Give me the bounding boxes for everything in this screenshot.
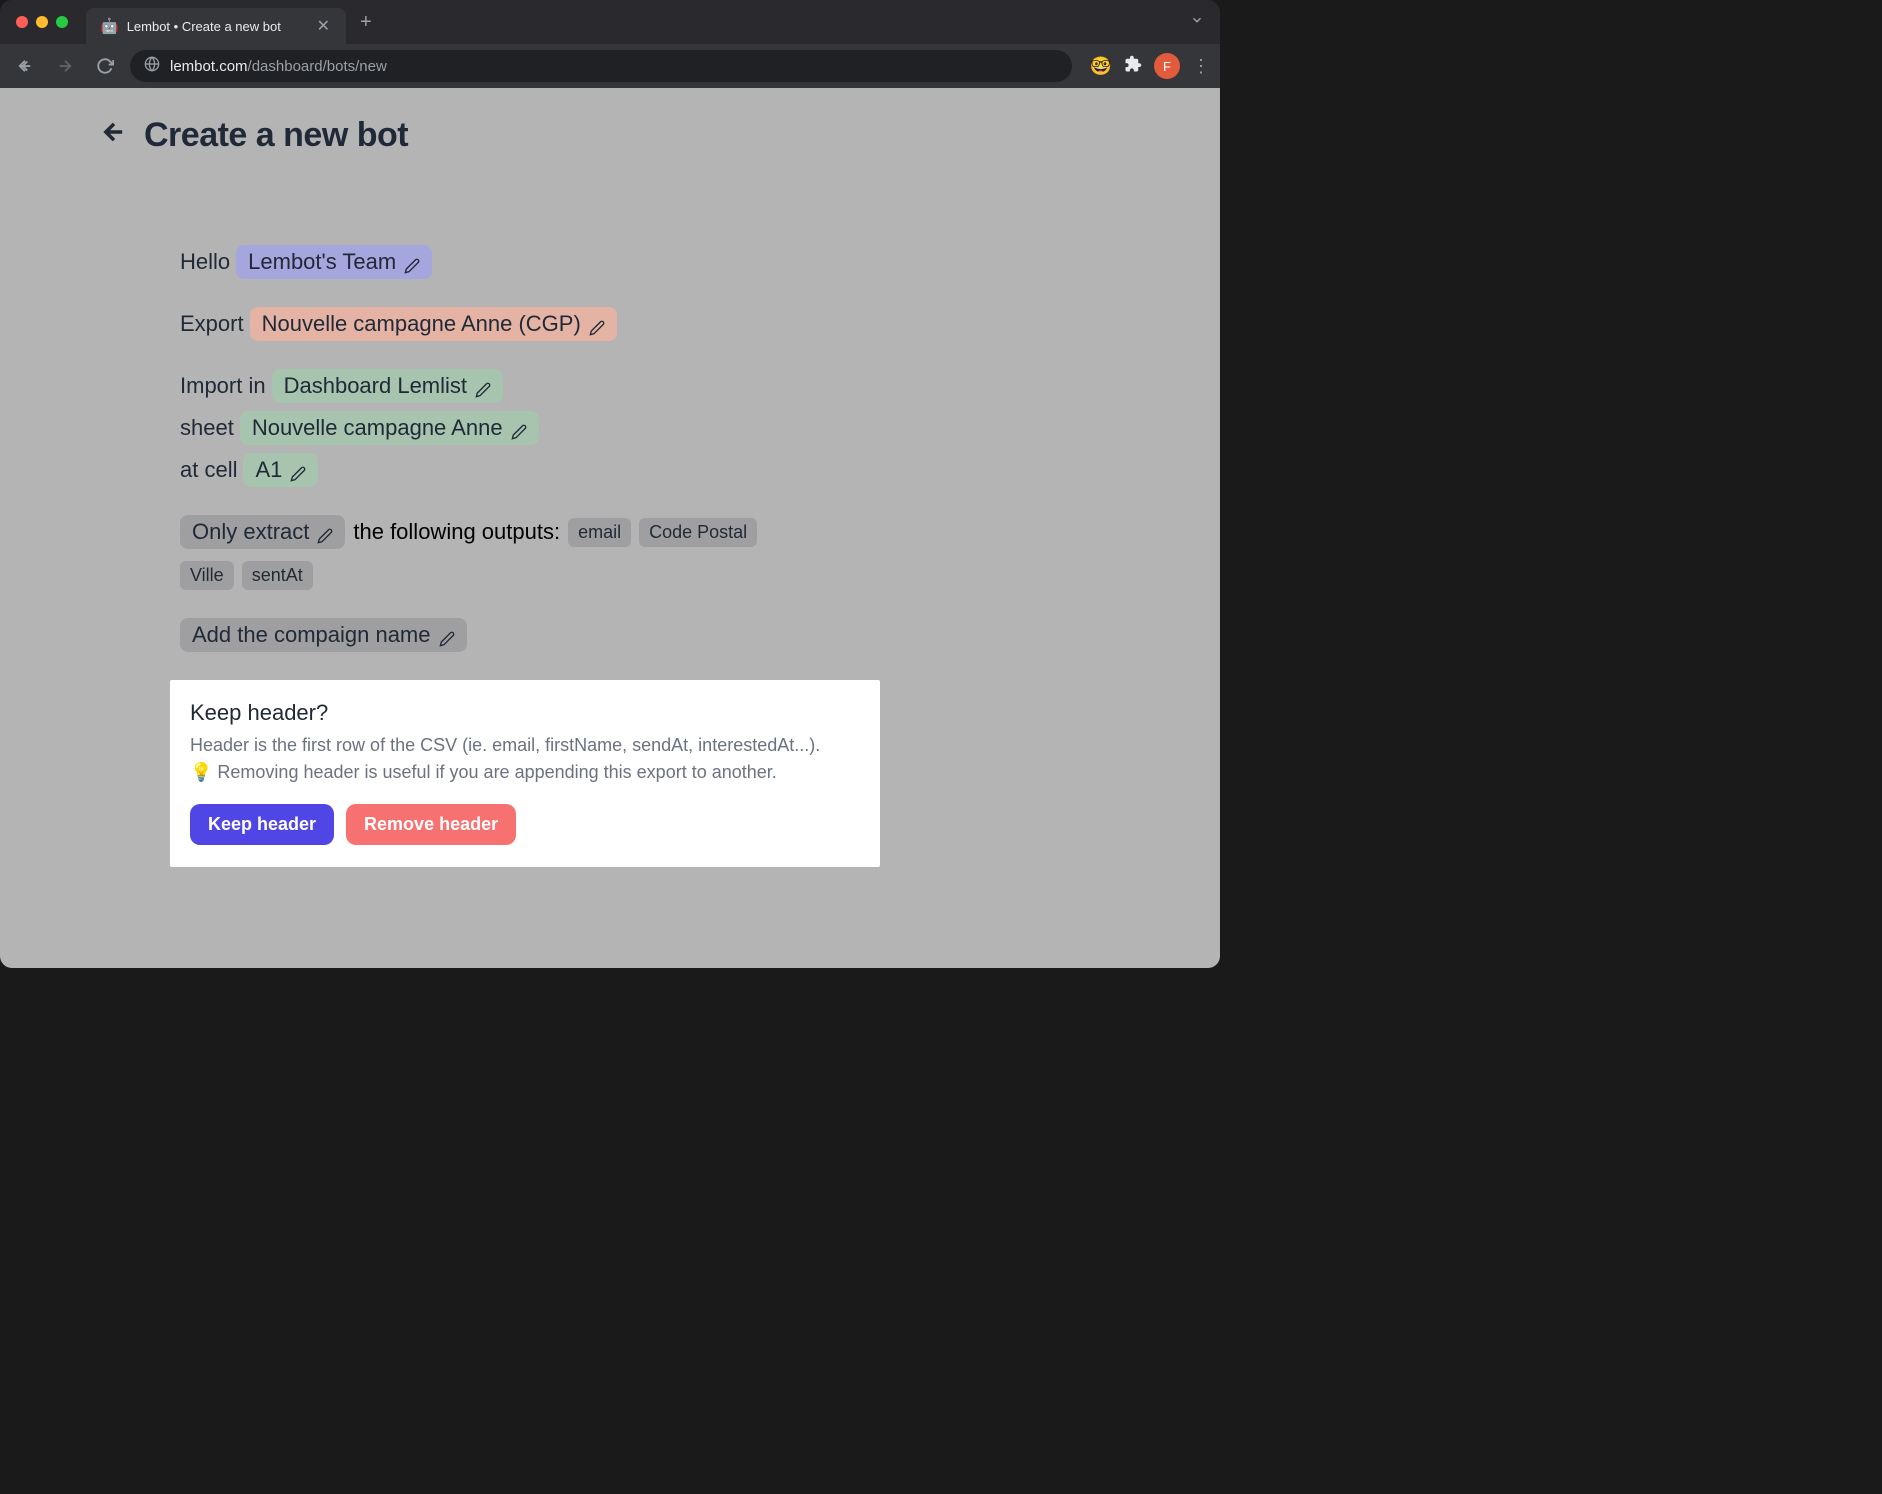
sheet-name: Nouvelle campagne Anne	[252, 415, 503, 441]
team-pill[interactable]: Lembot's Team	[236, 245, 432, 279]
site-info-icon[interactable]	[144, 56, 160, 76]
export-line: Export Nouvelle campagne Anne (CGP)	[180, 307, 820, 341]
nav-bar: lembot.com/dashboard/bots/new 🤓 F ⋮	[0, 44, 1220, 88]
hello-line: Hello Lembot's Team	[180, 245, 820, 279]
tab-title: Lembot • Create a new bot	[127, 19, 307, 34]
outputs-tags-row2: Ville sentAt	[180, 561, 820, 590]
extract-mode-pill[interactable]: Only extract	[180, 515, 345, 549]
back-button[interactable]	[100, 118, 128, 154]
profile-avatar[interactable]: F	[1154, 53, 1180, 79]
page-header: Create a new bot	[100, 116, 1120, 155]
keep-header-button[interactable]: Keep header	[190, 804, 334, 845]
cell-pill[interactable]: A1	[243, 453, 318, 487]
nav-right: 🤓 F ⋮	[1090, 53, 1210, 79]
browser-window: 🤖 Lembot • Create a new bot ✕ + lembot.c…	[0, 0, 1220, 968]
pencil-icon	[317, 524, 333, 540]
browser-menu-icon[interactable]: ⋮	[1192, 56, 1210, 77]
spreadsheet-pill[interactable]: Dashboard Lemlist	[272, 369, 503, 403]
new-tab-button[interactable]: +	[360, 11, 372, 34]
export-label: Export	[180, 311, 244, 337]
extract-mode-label: Only extract	[192, 519, 309, 545]
tab-favicon: 🤖	[100, 17, 119, 35]
output-tag[interactable]: sentAt	[242, 561, 313, 590]
sheet-line: sheet Nouvelle campagne Anne	[180, 411, 820, 445]
output-tag[interactable]: email	[568, 518, 631, 547]
cell-label: at cell	[180, 457, 237, 483]
page-title: Create a new bot	[144, 116, 408, 155]
pencil-icon	[439, 627, 455, 643]
pencil-icon	[589, 316, 605, 332]
spreadsheet-name: Dashboard Lemlist	[284, 373, 467, 399]
extension-icon[interactable]: 🤓	[1090, 56, 1112, 77]
window-minimize-icon[interactable]	[36, 16, 48, 28]
cell-line: at cell A1	[180, 453, 820, 487]
extensions-menu-icon[interactable]	[1124, 55, 1142, 78]
add-campaign-name-label: Add the compaign name	[192, 622, 431, 648]
url-bar[interactable]: lembot.com/dashboard/bots/new	[130, 50, 1072, 82]
remove-header-button[interactable]: Remove header	[346, 804, 516, 845]
import-label: Import in	[180, 373, 266, 399]
dialog-title: Keep header?	[190, 700, 860, 726]
team-name: Lembot's Team	[248, 249, 396, 275]
titlebar: 🤖 Lembot • Create a new bot ✕ +	[0, 0, 1220, 44]
tab-close-icon[interactable]: ✕	[315, 16, 332, 36]
add-campaign-name-pill[interactable]: Add the compaign name	[180, 618, 467, 652]
window-maximize-icon[interactable]	[56, 16, 68, 28]
campaign-name: Nouvelle campagne Anne (CGP)	[262, 311, 581, 337]
sheet-pill[interactable]: Nouvelle campagne Anne	[240, 411, 539, 445]
pencil-icon	[290, 462, 306, 478]
output-tag[interactable]: Ville	[180, 561, 234, 590]
browser-tab[interactable]: 🤖 Lembot • Create a new bot ✕	[86, 8, 346, 44]
campaign-pill[interactable]: Nouvelle campagne Anne (CGP)	[250, 307, 617, 341]
wizard-content: Hello Lembot's Team Export Nouvelle camp…	[100, 245, 820, 867]
dialog-actions: Keep header Remove header	[190, 804, 860, 845]
nav-reload-icon[interactable]	[90, 51, 120, 81]
pencil-icon	[511, 420, 527, 436]
cell-value: A1	[255, 457, 282, 483]
sheet-label: sheet	[180, 415, 234, 441]
nav-back-icon[interactable]	[10, 51, 40, 81]
output-tag[interactable]: Code Postal	[639, 518, 757, 547]
nav-forward-icon	[50, 51, 80, 81]
dialog-line-2: 💡 Removing header is useful if you are a…	[190, 759, 860, 786]
hello-label: Hello	[180, 249, 230, 275]
dialog-line-1: Header is the first row of the CSV (ie. …	[190, 732, 860, 759]
import-line: Import in Dashboard Lemlist	[180, 369, 820, 403]
traffic-lights	[16, 16, 68, 28]
pencil-icon	[404, 254, 420, 270]
add-campaign-name-line: Add the compaign name	[180, 618, 820, 652]
tabs-dropdown-icon[interactable]	[1190, 13, 1204, 32]
page-content: Create a new bot Hello Lembot's Team Exp…	[0, 88, 1220, 968]
pencil-icon	[475, 378, 491, 394]
url-text: lembot.com/dashboard/bots/new	[170, 58, 387, 75]
keep-header-card: Keep header? Header is the first row of …	[170, 680, 880, 867]
window-close-icon[interactable]	[16, 16, 28, 28]
outputs-label: the following outputs:	[353, 519, 560, 545]
outputs-line: Only extract the following outputs: emai…	[180, 515, 820, 549]
